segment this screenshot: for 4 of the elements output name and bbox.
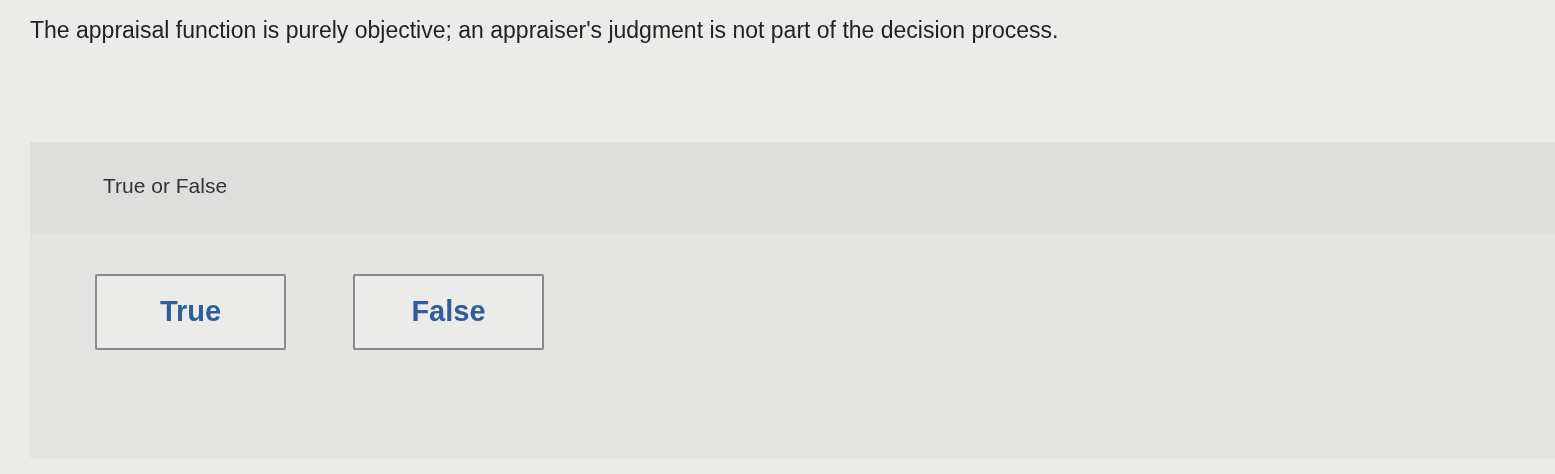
question-text: The appraisal function is purely objective; an appraiser's judgment is not part of the decision process. (30, 16, 1060, 45)
answer-option[interactable]: False (353, 274, 544, 350)
prompt-text: True or False (103, 173, 228, 199)
answer-option[interactable]: True (95, 274, 286, 350)
